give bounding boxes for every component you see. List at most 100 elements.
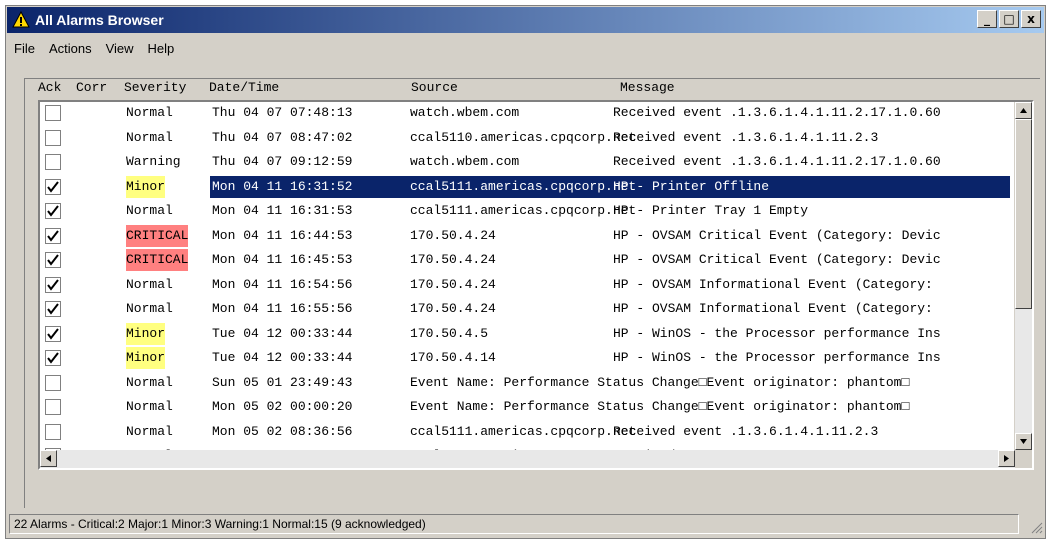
column-header-datetime[interactable]: Date/Time [209, 80, 279, 95]
row-detail: Mon 05 02 08:36:56 ccal5111.americas.cpqc… [210, 421, 1010, 443]
row-detail: Tue 04 12 00:33:44 170.50.4.5 HP - WinOS -… [210, 323, 1010, 345]
message-cell: HP - Printer Offline [613, 178, 770, 194]
severity-cell: Warning [126, 154, 181, 169]
check-icon [47, 229, 59, 242]
table-row[interactable]: Warning Thu 04 07 09:12:59 watch.wbem.com R… [40, 151, 1000, 175]
severity-cell: Minor [126, 322, 166, 345]
source-cell: ccal5111.americas.cpqcorp.net [410, 423, 637, 439]
table-row[interactable]: Normal Sun 05 01 23:49:43 Event Name: Perf… [40, 372, 1000, 396]
ack-checkbox[interactable] [45, 129, 61, 146]
datetime-cell: Mon 04 11 16:31:53 [212, 203, 353, 218]
source-cell: 170.50.4.14 [410, 350, 496, 365]
message-cell: HP - OVSAM Informational Event (Category… [613, 276, 933, 292]
scroll-up-button[interactable] [1015, 102, 1032, 119]
table-row[interactable]: Normal Thu 04 07 08:47:02 ccal5110.america… [40, 127, 1000, 151]
arrow-down-icon [1020, 439, 1027, 444]
scroll-down-button[interactable] [1015, 433, 1032, 450]
check-icon [47, 352, 59, 364]
message-cell: Received event .1.3.6.1.4.1.11.2.17.1.0.… [613, 105, 941, 120]
table-row[interactable]: Normal Mon 04 11 16:55:56 170.50.4.24 HP - … [40, 298, 1000, 322]
minimize-button[interactable]: _ [977, 10, 997, 28]
status-bar: 22 Alarms - Critical:2 Major:1 Minor:3 W… [6, 512, 1045, 536]
row-detail: Mon 04 11 16:44:53 170.50.4.24 HP - OVSAM … [210, 225, 1010, 247]
table-row[interactable]: Normal Mon 05 02 00:00:20 Event Name: Perf… [40, 396, 1000, 420]
source-cell: ccal5111.americas.cpqcorp.net [410, 203, 637, 218]
table-row[interactable]: CRITICAL Mon 04 11 16:44:53 170.50.4.24 HP … [40, 224, 1000, 249]
arrow-right-icon [1004, 455, 1009, 462]
scroll-left-button[interactable] [40, 450, 57, 467]
ack-checkbox[interactable] [45, 105, 61, 121]
severity-cell: Minor [126, 175, 166, 198]
message-cell: Received event .1.3.6.1.4.1.11.2.17.1.0.… [613, 154, 941, 169]
ack-checkbox[interactable] [45, 374, 61, 391]
vertical-scroll-thumb[interactable] [1015, 119, 1032, 309]
datetime-cell: Sun 05 01 23:49:43 [212, 374, 353, 390]
resize-grip-icon[interactable] [1029, 520, 1043, 534]
close-button[interactable]: x [1021, 10, 1041, 28]
table-row[interactable]: Minor Tue 04 12 00:33:44 170.50.4.5 HP - Wi… [40, 322, 1000, 347]
check-icon [47, 278, 59, 291]
maximize-button[interactable]: □ [999, 10, 1019, 28]
source-cell: ccal5110.americas.cpqcorp.net [410, 129, 637, 145]
ack-checkbox[interactable] [45, 325, 61, 342]
ack-checkbox[interactable] [45, 203, 61, 219]
scroll-right-button[interactable] [998, 450, 1015, 467]
table-row[interactable]: Normal Mon 05 02 08:36:56 ccal5111.america… [40, 421, 1000, 445]
datetime-cell: Mon 04 11 16:44:53 [212, 227, 353, 243]
ack-checkbox[interactable] [45, 350, 61, 366]
severity-cell: Normal [126, 423, 173, 439]
severity-cell: Normal [126, 276, 173, 292]
title-bar[interactable]: All Alarms Browser _ □ x [7, 7, 1044, 33]
datetime-cell: Thu 04 07 08:47:02 [212, 129, 353, 145]
datetime-cell: Mon 05 02 08:36:56 [212, 423, 353, 439]
table-row[interactable]: Normal Mon 04 11 16:31:53 ccal5111.america… [40, 200, 1000, 224]
source-cell: Event Name: Performance Status Change□Ev… [410, 374, 910, 390]
ack-checkbox[interactable] [45, 423, 61, 440]
source-cell: 170.50.4.24 [410, 276, 496, 292]
column-header-corr[interactable]: Corr [76, 80, 107, 95]
datetime-cell: Mon 05 02 00:00:20 [212, 399, 353, 414]
ack-checkbox[interactable] [45, 252, 61, 268]
message-cell: HP - OVSAM Informational Event (Category… [613, 301, 933, 316]
scrollbar-corner [1015, 450, 1032, 468]
table-row[interactable]: Minor Mon 04 11 16:31:52 ccal5111.americas… [40, 175, 1010, 200]
ack-checkbox[interactable] [45, 178, 61, 195]
ack-checkbox[interactable] [45, 276, 61, 293]
window-title: All Alarms Browser [35, 12, 164, 28]
ack-checkbox[interactable] [45, 301, 61, 317]
datetime-cell: Thu 04 07 09:12:59 [212, 154, 353, 169]
vertical-scrollbar[interactable] [1014, 102, 1032, 450]
message-cell: Received event .1.3.6.1.4.1.11.2.3 [613, 423, 879, 439]
severity-cell: Normal [126, 374, 173, 390]
severity-cell: Normal [126, 105, 173, 120]
source-cell: 170.50.4.24 [410, 227, 496, 243]
column-header-source[interactable]: Source [411, 80, 458, 95]
arrow-left-icon [46, 455, 51, 462]
status-text: 22 Alarms - Critical:2 Major:1 Minor:3 W… [9, 514, 1019, 534]
datetime-cell: Tue 04 12 00:33:44 [212, 350, 353, 365]
source-cell: 170.50.4.24 [410, 301, 496, 316]
column-header-severity[interactable]: Severity [124, 80, 186, 95]
check-icon [47, 205, 59, 217]
column-header-ack[interactable]: Ack [38, 80, 61, 95]
menu-file[interactable]: File [7, 41, 42, 56]
ack-checkbox[interactable] [45, 399, 61, 415]
table-row[interactable]: Normal Thu 04 07 07:48:13 watch.wbem.com Re… [40, 102, 1000, 126]
horizontal-scrollbar[interactable] [40, 450, 1015, 468]
table-row[interactable]: CRITICAL Mon 04 11 16:45:53 170.50.4.24 HP … [40, 249, 1000, 273]
ack-checkbox[interactable] [45, 154, 61, 170]
alarms-list[interactable]: Normal Thu 04 07 07:48:13 watch.wbem.com Re… [38, 100, 1034, 470]
menu-actions[interactable]: Actions [42, 41, 99, 56]
row-detail: Sun 05 01 23:49:43 Event Name: Performanc… [210, 372, 1010, 394]
row-detail: Tue 04 12 00:33:44 170.50.4.14 HP - WinOS … [210, 347, 1010, 369]
severity-cell: Normal [126, 203, 173, 218]
source-cell: watch.wbem.com [410, 105, 520, 120]
table-row[interactable]: Minor Tue 04 12 00:33:44 170.50.4.14 HP - W… [40, 347, 1000, 371]
column-header-message[interactable]: Message [620, 80, 675, 95]
menu-view[interactable]: View [99, 41, 141, 56]
menu-help[interactable]: Help [141, 41, 182, 56]
ack-checkbox[interactable] [45, 227, 61, 244]
table-row[interactable]: Normal Mon 04 11 16:54:56 170.50.4.24 HP - … [40, 274, 1000, 298]
message-cell: HP - OVSAM Critical Event (Category: Dev… [613, 252, 941, 267]
row-detail: Mon 04 11 16:54:56 170.50.4.24 HP - OVSAM … [210, 274, 1010, 296]
